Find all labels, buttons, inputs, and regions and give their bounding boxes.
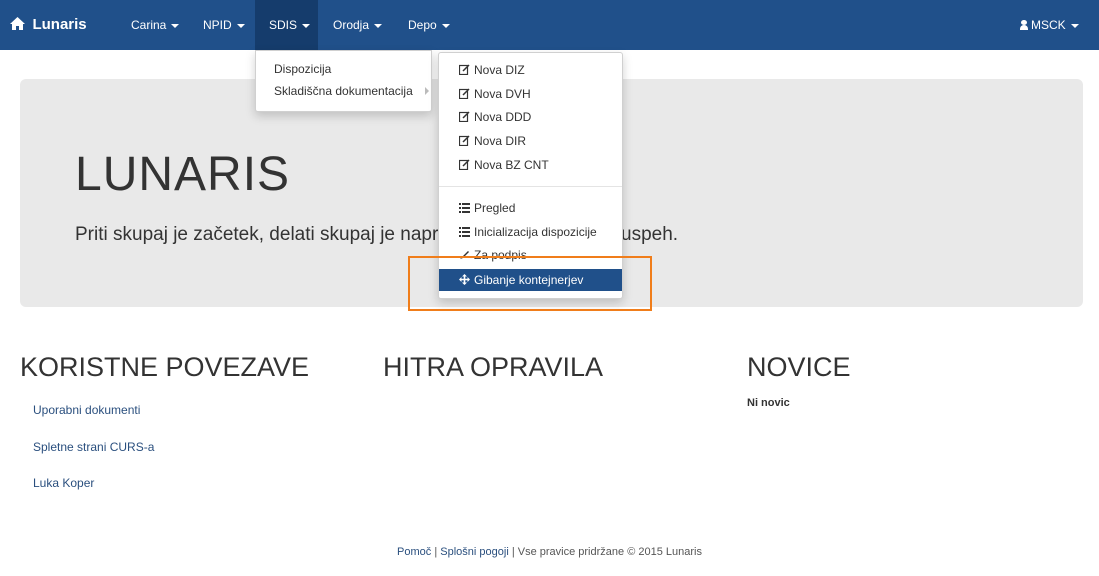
submenu-item-gibanje-kontejnerjev[interactable]: Gibanje kontejnerjev [439, 269, 622, 291]
list-icon [458, 222, 471, 244]
submenu-item-za-podpis[interactable]: Za podpis [439, 244, 622, 266]
submenu-item-label: Pregled [474, 201, 516, 215]
submenu-item-nova-bz-cnt[interactable]: Nova BZ CNT [439, 154, 622, 176]
move-icon [458, 270, 471, 292]
menu-item-dispozicija[interactable]: Dispozicija [256, 58, 431, 80]
link-curs-websites[interactable]: Spletne strani CURS-a [33, 440, 154, 454]
user-menu[interactable]: MSCK [1010, 0, 1089, 50]
news-section-title: NOVICE [747, 352, 851, 382]
nav-sdis-label: SDIS [269, 18, 298, 32]
caret-down-icon [302, 23, 311, 28]
home-icon [10, 16, 29, 33]
tasks-section-title: HITRA OPRAVILA [383, 352, 604, 382]
nav-depo[interactable]: Depo [398, 0, 460, 50]
menu-item-label: Dispozicija [274, 62, 332, 76]
footer-terms-link[interactable]: Splošni pogoji [440, 546, 509, 558]
nav-npid-label: NPID [203, 18, 232, 32]
submenu-item-nova-dir[interactable]: Nova DIR [439, 130, 622, 152]
submenu-item-pregled[interactable]: Pregled [439, 197, 622, 219]
user-icon [1020, 20, 1028, 30]
caret-down-icon [374, 23, 383, 28]
link-useful-documents[interactable]: Uporabni dokumenti [33, 403, 140, 417]
jumbotron-title: LUNARIS [75, 148, 291, 201]
sdis-dropdown: Dispozicija Skladiščna dokumentacija [255, 50, 432, 112]
footer-separator: | [511, 546, 515, 558]
edit-icon [458, 107, 471, 129]
submenu-item-nova-ddd[interactable]: Nova DDD [439, 106, 622, 128]
caret-down-icon [236, 23, 245, 28]
caret-down-icon [441, 23, 450, 28]
submenu-item-label: Gibanje kontejnerjev [474, 273, 584, 287]
nav-depo-label: Depo [408, 18, 437, 32]
submenu-item-label: Nova DIZ [474, 63, 525, 77]
pen-icon [458, 245, 471, 267]
menu-divider [439, 186, 622, 187]
submenu-item-nova-diz[interactable]: Nova DIZ [439, 59, 622, 81]
news-empty-text: Ni novic [747, 397, 790, 409]
submenu-item-label: Inicializacija dispozicije [474, 225, 597, 239]
nav-carina[interactable]: Carina [121, 0, 189, 50]
footer-help-link[interactable]: Pomoč [397, 546, 431, 558]
menu-item-skladiscna-dokumentacija[interactable]: Skladiščna dokumentacija [256, 80, 431, 102]
edit-icon [458, 155, 471, 177]
brand-link[interactable]: Lunaris [10, 0, 87, 50]
submenu-item-nova-dvh[interactable]: Nova DVH [439, 83, 622, 105]
edit-icon [458, 60, 471, 82]
nav-npid[interactable]: NPID [193, 0, 255, 50]
submenu-item-inicializacija[interactable]: Inicializacija dispozicije [439, 221, 622, 243]
caret-down-icon [171, 23, 180, 28]
caret-down-icon [1070, 23, 1079, 28]
footer: Pomoč | Splošni pogoji | Vse pravice pri… [0, 546, 1099, 558]
link-luka-koper[interactable]: Luka Koper [33, 476, 94, 490]
submenu-item-label: Za podpis [474, 248, 527, 262]
chevron-right-icon [425, 87, 429, 95]
brand-label: Lunaris [32, 16, 87, 33]
top-navbar: Lunaris Carina NPID SDIS Orodja Depo MSC… [0, 0, 1099, 50]
submenu-item-label: Nova DVH [474, 87, 531, 101]
nav-orodja-label: Orodja [333, 18, 370, 32]
footer-copyright: Vse pravice pridržane © 2015 Lunaris [517, 546, 702, 558]
edit-icon [458, 84, 471, 106]
nav-sdis[interactable]: SDIS [255, 0, 318, 50]
footer-separator: | [434, 546, 438, 558]
submenu-item-label: Nova BZ CNT [474, 158, 549, 172]
list-icon [458, 198, 471, 220]
edit-icon [458, 131, 471, 153]
nav-orodja[interactable]: Orodja [323, 0, 392, 50]
links-section-title: KORISTNE POVEZAVE [20, 352, 310, 382]
submenu-item-label: Nova DDD [474, 110, 532, 124]
user-name: MSCK [1031, 18, 1066, 32]
submenu-item-label: Nova DIR [474, 134, 527, 148]
skladiscna-submenu: Nova DIZ Nova DVH Nova DDD Nova DIR Nova… [438, 52, 623, 299]
menu-item-label: Skladiščna dokumentacija [274, 84, 413, 98]
nav-carina-label: Carina [131, 18, 167, 32]
